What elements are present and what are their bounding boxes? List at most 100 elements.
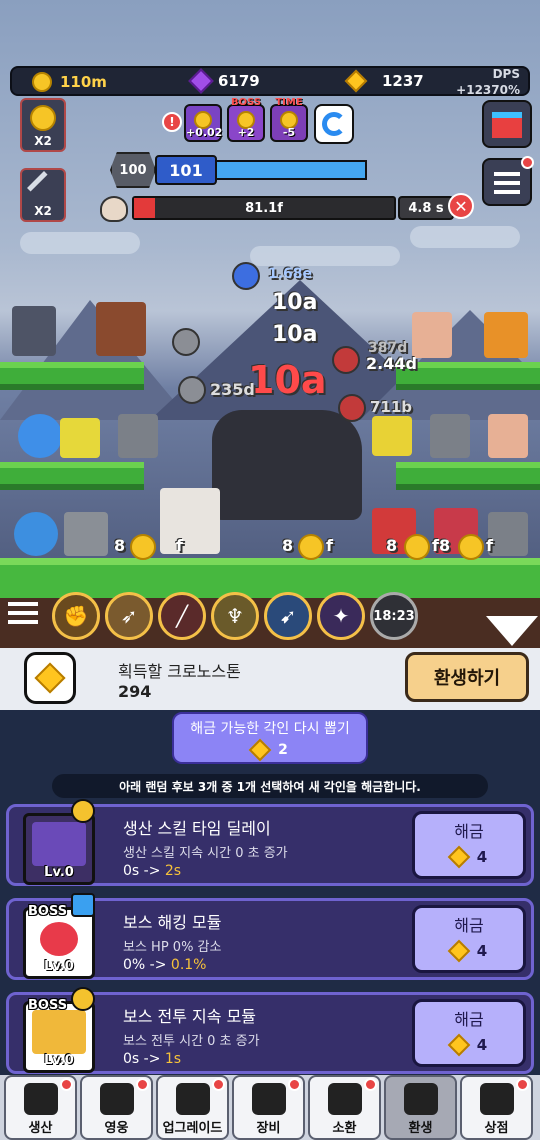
chronostone-title: 획득할 크로노스톤 <box>118 662 241 681</box>
current-stage: 101 <box>155 155 217 185</box>
engraving-art <box>32 822 86 866</box>
coin-icon[interactable] <box>458 534 484 560</box>
nav-battery[interactable]: 업그레이드 <box>156 1075 229 1140</box>
boss-skull-icon <box>100 196 128 222</box>
gold-multiplier-button[interactable]: X2 <box>20 98 66 152</box>
hourglass-icon <box>403 1083 438 1115</box>
gold-multiplier-label: X2 <box>34 134 52 148</box>
engraving-level: Lv.0 <box>44 865 74 880</box>
briefcase-icon <box>251 1083 286 1115</box>
close-boss-icon[interactable]: ✕ <box>448 193 474 219</box>
rebirth-button[interactable]: 환생하기 <box>405 652 529 702</box>
nav-heroes[interactable]: 영웅 <box>80 1075 153 1140</box>
hero-mage <box>14 512 58 556</box>
notification-dot <box>521 156 534 169</box>
alert-icon[interactable]: ! <box>162 112 182 132</box>
arrow-icon[interactable]: ➹ <box>264 592 312 640</box>
fist-icon[interactable]: ✊ <box>52 592 100 640</box>
engraving-icon: Lv.0 <box>23 813 95 885</box>
hero-wolf <box>12 306 56 356</box>
engraving-to: 2s <box>164 863 182 879</box>
enemy-head-icon <box>338 394 366 422</box>
engraving-card[interactable]: BOSS Lv.0 보스 해킹 모듈 보스 HP 0% 감소 0% -> 0.1% 해금 4 <box>6 893 534 980</box>
platform <box>0 462 144 490</box>
notification-dot <box>364 1078 377 1091</box>
skill-bar: ✊ ➶ ╱ ♆ ➹ ✦ 18:23 <box>0 590 540 642</box>
nav-briefcase[interactable]: 장비 <box>232 1075 305 1140</box>
damage-number: 235d <box>210 380 255 399</box>
cloud <box>410 226 520 248</box>
damage-number: 387d <box>368 340 408 356</box>
coin-icon[interactable] <box>404 534 430 560</box>
reroll-cost: 2 <box>174 738 366 762</box>
notification-dot <box>60 1078 73 1091</box>
engraving-desc: 보스 전투 시간 0 초 증가 <box>123 1034 260 1049</box>
shop-button[interactable] <box>482 100 532 148</box>
nav-label: 생산 <box>28 1121 53 1136</box>
boost-button[interactable]: TIME -5 <box>270 97 308 142</box>
damage-number: 2.44d <box>366 354 417 373</box>
damage-number: 10a <box>272 322 318 347</box>
reroll-button[interactable]: 해금 가능한 각인 다시 뽑기 2 <box>172 712 368 764</box>
chronostone-amount: 1237 <box>382 72 424 90</box>
damage-number: f <box>486 536 493 555</box>
nav-hourglass[interactable]: 환생 <box>384 1075 457 1140</box>
engraving-level: Lv.0 <box>44 959 74 974</box>
damage-number: f <box>176 536 183 555</box>
boss-timer: 4.8 s <box>398 196 454 220</box>
hero-mage <box>18 414 62 458</box>
engraving-change: 0s -> 1s <box>123 1051 181 1067</box>
hamburger-menu-icon[interactable] <box>8 602 38 628</box>
notification-dot <box>212 1078 225 1091</box>
reroll-title: 해금 가능한 각인 다시 뽑기 <box>190 721 350 737</box>
attack-multiplier-button[interactable]: X2 <box>20 168 66 222</box>
gold-coin-icon <box>30 105 56 131</box>
nav-cart[interactable]: 상점 <box>460 1075 533 1140</box>
unlock-button[interactable]: 해금 4 <box>412 811 526 879</box>
boost-button[interactable]: +0.02 <box>184 104 222 142</box>
chronostone-icon <box>447 939 471 963</box>
engraving-level: Lv.0 <box>44 1053 74 1068</box>
coin-icon[interactable] <box>130 534 156 560</box>
gold-coin-icon <box>32 72 52 92</box>
engraving-change: 0% -> 0.1% <box>123 957 206 973</box>
coin-icon[interactable] <box>298 534 324 560</box>
dps-label: DPS <box>492 67 520 81</box>
damage-number: 8 <box>114 536 126 555</box>
chronostone-icon <box>24 652 76 704</box>
unlock-button[interactable]: 해금 4 <box>412 905 526 973</box>
damage-number: f8 <box>432 536 451 555</box>
unlock-label: 해금 <box>454 916 484 935</box>
gem-amount: 6179 <box>218 72 260 90</box>
crit-icon <box>232 262 260 290</box>
nav-label: 환생 <box>408 1121 433 1136</box>
slash-icon[interactable]: ╱ <box>158 592 206 640</box>
enemy-head-icon <box>172 328 200 356</box>
platform <box>0 362 144 390</box>
hero-viking <box>64 512 108 556</box>
menu-icon <box>494 172 520 176</box>
currency-bar: 110m 6179 1237 DPS +12370% <box>10 66 530 97</box>
reroll-cost-value: 2 <box>278 742 288 758</box>
engraving-title: 생산 스킬 타임 딜레이 <box>123 819 271 838</box>
hero-monk <box>488 414 528 458</box>
boost-label: +2 <box>237 126 255 139</box>
warrior-icon[interactable]: ♆ <box>211 592 259 640</box>
hero-electric <box>372 416 412 456</box>
notification-dot <box>136 1078 149 1091</box>
menu-button[interactable] <box>482 156 534 206</box>
nav-anvil[interactable]: 생산 <box>4 1075 77 1140</box>
engraving-from: 0s -> <box>123 1051 165 1067</box>
crystal-icon[interactable]: ✦ <box>317 592 365 640</box>
engraving-to: 0.1% <box>170 957 207 973</box>
engraving-card[interactable]: BOSS Lv.0 보스 전투 지속 모듈 보스 전투 시간 0 초 증가 0s -> … <box>6 987 534 1074</box>
unlock-button[interactable]: 해금 4 <box>412 999 526 1067</box>
nav-summon-card[interactable]: 소환 <box>308 1075 381 1140</box>
horn-icon[interactable]: ➶ <box>105 592 153 640</box>
boost-label: -5 <box>282 126 296 139</box>
boost-button[interactable]: BOSS +2 <box>227 97 265 142</box>
refresh-button[interactable] <box>314 104 354 144</box>
boss-hp-text: 81.1f <box>245 201 283 216</box>
engraving-card[interactable]: Lv.0 생산 스킬 타임 딜레이 생산 스킬 지속 시간 0 초 증가 0s -> … <box>6 799 534 886</box>
hero-electric <box>60 418 100 458</box>
